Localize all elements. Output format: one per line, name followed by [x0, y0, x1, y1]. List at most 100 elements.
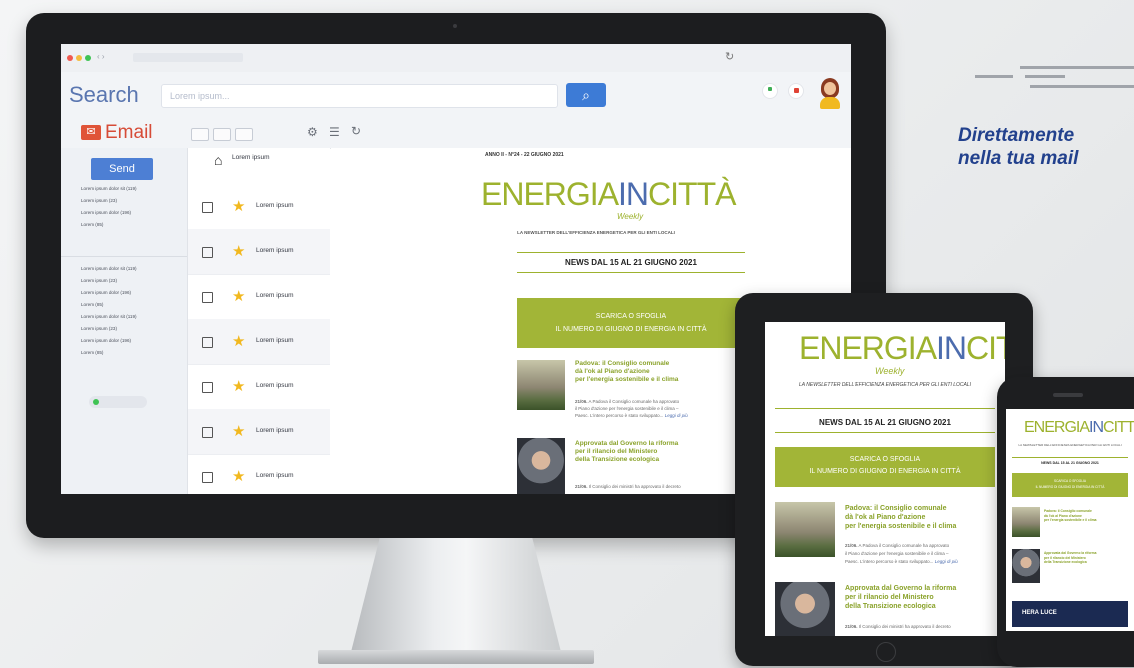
search-button[interactable]: ⌕	[566, 83, 606, 107]
cta-line2: IL NUMERO DI GIUGNO DI ENERGIA IN CITTÀ	[809, 468, 961, 475]
divider-line	[517, 272, 745, 273]
email-toolbar-row: ✉ Email ⚙ ☰ ↻	[61, 120, 851, 149]
article-image-minister	[775, 582, 835, 636]
article-title-line: dà l'ok al Piano d'azione	[575, 368, 650, 375]
maximize-dot[interactable]	[85, 55, 91, 61]
article-title[interactable]: Approvata dal Governo la riforma per il …	[1044, 551, 1096, 565]
folder-item[interactable]: Lorem ipsum dolor (196)	[81, 210, 131, 215]
article-image-padova	[775, 502, 835, 557]
checkbox[interactable]	[202, 472, 213, 483]
folder-item[interactable]: Lorem ipsum (23)	[81, 278, 117, 283]
star-icon[interactable]: ★	[232, 422, 245, 440]
search-logo: Search	[69, 82, 139, 107]
folder-item[interactable]: Lorem ipsum (23)	[81, 326, 117, 331]
desktop-screen: ‹ › ↻ Search Lorem ipsum... ⌕ ✉ Email ⚙ …	[61, 44, 851, 494]
logo-citta: CITTÀ	[966, 330, 1005, 366]
star-icon[interactable]: ★	[232, 287, 245, 305]
star-icon[interactable]: ★	[232, 242, 245, 260]
read-more-link[interactable]: Leggi di più	[935, 559, 958, 564]
checkbox[interactable]	[202, 337, 213, 348]
folder-item[interactable]: Lorem ipsum dolor sit (119)	[81, 266, 137, 271]
checkbox[interactable]	[202, 427, 213, 438]
checkbox[interactable]	[202, 382, 213, 393]
divider-line	[775, 432, 995, 433]
minimize-dot[interactable]	[76, 55, 82, 61]
article-title-line: della Transizione ecologica	[575, 456, 660, 463]
article-title-line: Approvata dal Governo la riforma	[845, 585, 957, 592]
forward-button[interactable]	[213, 128, 231, 141]
browser-top-bar: ‹ › ↻	[61, 44, 851, 73]
list-item[interactable]: ★ Lorem ipsum	[188, 409, 330, 455]
article-date: 21/06.	[845, 624, 858, 629]
article-excerpt-line: Il Consiglio dei ministri ha approvato i…	[588, 484, 681, 489]
list-item[interactable]: ★ Lorem ipsum	[188, 454, 330, 494]
logo-energia: ENERGIA	[1024, 419, 1090, 436]
download-cta-banner[interactable]: SCARICA O SFOGLIA IL NUMERO DI GIUGNO DI…	[775, 447, 995, 487]
folder-item[interactable]: Lorem ipsum dolor (196)	[81, 290, 131, 295]
article-title[interactable]: Padova: il Consiglio comunale dà l'ok al…	[575, 360, 678, 384]
tagline-line1: Direttamente	[958, 125, 1075, 146]
folder-item[interactable]: Lorem (85)	[81, 302, 103, 307]
nav-arrows-icon[interactable]: ‹ ›	[97, 52, 105, 61]
download-cta-banner[interactable]: SCARICA O SFOGLIA IL NUMERO DI GIUGNO DI…	[517, 298, 745, 348]
search-input[interactable]: Lorem ipsum...	[161, 84, 558, 108]
close-dot[interactable]	[67, 55, 73, 61]
filter-icon[interactable]: ☰	[329, 125, 340, 139]
star-icon[interactable]: ★	[232, 467, 245, 485]
article-image-minister	[1012, 549, 1040, 583]
folder-item[interactable]: Lorem ipsum dolor sit (119)	[81, 314, 137, 319]
article-title-line: per il rilancio del Ministero	[845, 594, 934, 601]
tablet-home-button[interactable]	[876, 642, 896, 662]
notification-icon[interactable]	[789, 84, 803, 98]
back-button[interactable]	[191, 128, 209, 141]
article-date: 21/06.	[575, 484, 588, 489]
star-icon[interactable]: ★	[232, 197, 245, 215]
article-excerpt-line: A Padova il Consiglio comunale ha approv…	[588, 399, 680, 404]
article-title[interactable]: Padova: il Consiglio comunale dà l'ok al…	[1044, 509, 1096, 523]
list-item[interactable]: ★ Lorem ipsum	[188, 274, 330, 320]
reload-icon[interactable]: ↻	[725, 50, 734, 63]
search-row: Search Lorem ipsum... ⌕	[61, 72, 851, 120]
list-item[interactable]: ★ Lorem ipsum	[188, 364, 330, 410]
article-excerpt: 21/06. A Padova il Consiglio comunale ha…	[845, 542, 958, 566]
apps-icon[interactable]	[763, 84, 777, 98]
download-cta-banner[interactable]: SCARICA O SFOGLIA IL NUMERO DI GIUGNO DI…	[1012, 473, 1128, 497]
list-item[interactable]: ★ Lorem ipsum	[188, 184, 330, 230]
folder-item[interactable]: Lorem ipsum dolor (196)	[81, 338, 131, 343]
settings-icon[interactable]: ⚙	[307, 125, 318, 139]
speed-lines-graphic	[975, 66, 1134, 106]
checkbox[interactable]	[202, 202, 213, 213]
inbox-header: ⌂ Lorem ipsum	[188, 148, 330, 178]
logo-in: IN	[936, 330, 967, 366]
article-excerpt-line: Il Consiglio dei ministri ha approvato i…	[858, 624, 951, 629]
status-toggle[interactable]	[89, 396, 147, 408]
star-icon[interactable]: ★	[232, 377, 245, 395]
refresh-icon[interactable]: ↻	[351, 124, 361, 138]
folder-item[interactable]: Lorem ipsum dolor sit (119)	[81, 186, 137, 191]
folder-item[interactable]: Lorem ipsum (23)	[81, 198, 117, 203]
logo-weekly: Weekly	[875, 366, 905, 376]
article-title-line: per il rilancio del Ministero	[575, 448, 658, 455]
list-item[interactable]: ★ Lorem ipsum	[188, 229, 330, 275]
sponsor-banner[interactable]: HERA LUCE	[1012, 601, 1128, 627]
article-excerpt-line: A Padova il Consiglio comunale ha approv…	[858, 543, 950, 548]
article-title[interactable]: Approvata dal Governo la riforma per il …	[575, 440, 678, 464]
more-button[interactable]	[235, 128, 253, 141]
article-title[interactable]: Padova: il Consiglio comunale dà l'ok al…	[845, 504, 956, 531]
list-item[interactable]: ★ Lorem ipsum	[188, 319, 330, 365]
send-button[interactable]: Send	[91, 158, 153, 180]
logo-in: IN	[618, 176, 649, 212]
article-title[interactable]: Approvata dal Governo la riforma per il …	[845, 584, 956, 611]
checkbox[interactable]	[202, 292, 213, 303]
user-avatar[interactable]	[817, 76, 843, 110]
address-bar[interactable]	[133, 53, 243, 62]
message-subject: Lorem ipsum	[256, 247, 294, 254]
checkbox[interactable]	[202, 247, 213, 258]
news-range: NEWS DAL 15 AL 21 GIUGNO 2021	[565, 258, 697, 267]
folder-item[interactable]: Lorem (85)	[81, 350, 103, 355]
search-icon: ⌕	[582, 87, 590, 103]
star-icon[interactable]: ★	[232, 332, 245, 350]
article-title-line: per l'energia sostenibile e il clima	[1044, 518, 1097, 522]
folder-item[interactable]: Lorem (85)	[81, 222, 103, 227]
read-more-link[interactable]: Leggi di più	[665, 413, 688, 418]
